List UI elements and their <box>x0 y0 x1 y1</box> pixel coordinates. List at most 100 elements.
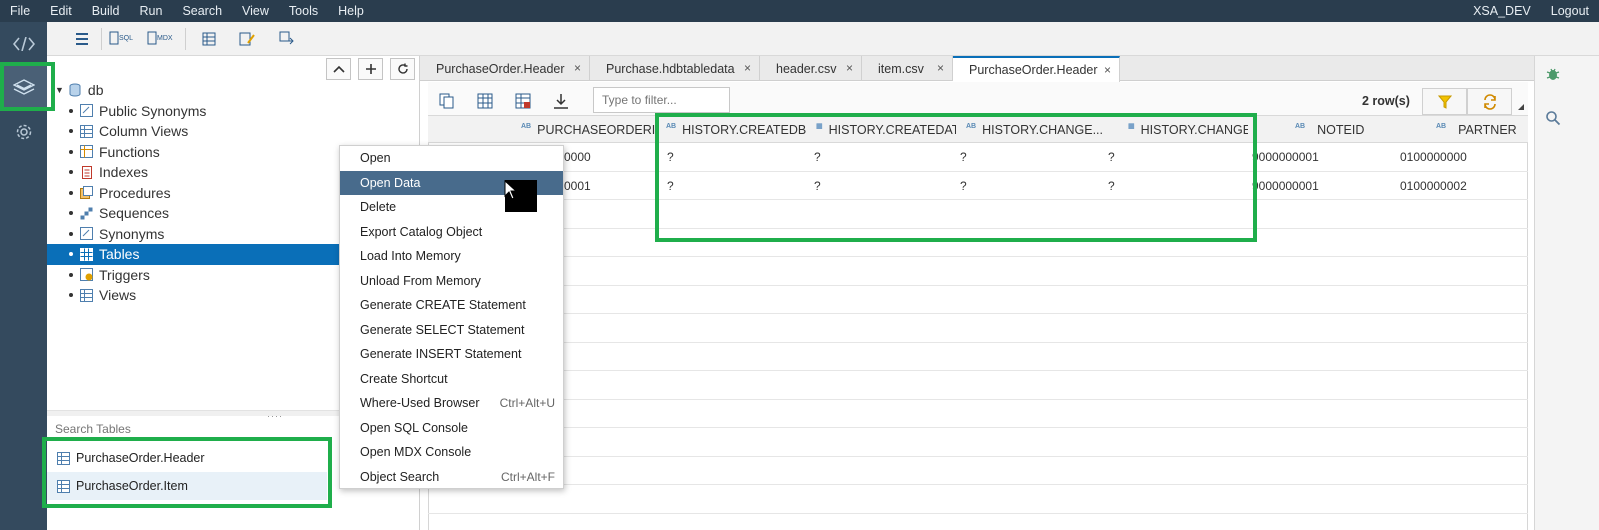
sql-console-button[interactable]: SQL <box>107 27 137 51</box>
menu-item-generate-select[interactable]: Generate SELECT Statement <box>340 318 563 343</box>
menu-bar: File Edit Build Run Search View Tools He… <box>0 0 1599 22</box>
tab-purchaseorder-header-active[interactable]: PurchaseOrder.Header × <box>953 56 1120 82</box>
editor-tab-bar: PurchaseOrder.Header × Purchase.hdbtable… <box>420 56 1534 82</box>
filter-input[interactable] <box>593 87 730 113</box>
empty-row <box>428 428 1528 457</box>
table-cell[interactable]: 9000000001 <box>1252 143 1319 171</box>
table-cell[interactable]: 0100000002 <box>1400 172 1467 200</box>
menu-build[interactable]: Build <box>82 0 130 22</box>
menu-item-label: Unload From Memory <box>360 273 481 288</box>
logout-link[interactable]: Logout <box>1541 0 1599 22</box>
table-cell[interactable]: 0100000000 <box>1400 143 1467 171</box>
menu-item-generate-insert[interactable]: Generate INSERT Statement <box>340 342 563 367</box>
search-icon[interactable] <box>1535 100 1571 136</box>
menu-item-label: Generate SELECT Statement <box>360 322 525 337</box>
tree-item-label: Triggers <box>99 266 150 283</box>
tree-bullet <box>69 211 73 216</box>
download-icon[interactable] <box>550 91 572 111</box>
table-edit-icon[interactable] <box>512 91 534 111</box>
menu-item-load-into-memory[interactable]: Load Into Memory <box>340 244 563 269</box>
expand-caret-icon[interactable]: ▼ <box>55 85 64 95</box>
close-icon[interactable]: × <box>937 61 944 75</box>
sync-refresh-icon[interactable] <box>1467 88 1512 115</box>
debug-bug-icon[interactable] <box>1535 56 1571 92</box>
column-header-noteid[interactable]: AB NOTEID <box>1295 116 1415 144</box>
close-icon[interactable]: × <box>846 61 853 75</box>
tree-root-label: db <box>87 82 104 99</box>
space-name[interactable]: XSA_DEV <box>1463 0 1541 22</box>
menu-item-shortcut: Ctrl+Alt+U <box>499 396 555 411</box>
tree-item-label: Tables <box>99 246 140 263</box>
menu-item-open-mdx-console[interactable]: Open MDX Console <box>340 440 563 465</box>
menu-item-where-used-browser[interactable]: Where-Used Browser Ctrl+Alt+U <box>340 391 563 416</box>
table-cell[interactable]: 0000 <box>564 143 591 171</box>
menu-item-object-search[interactable]: Object Search Ctrl+Alt+F <box>340 465 563 490</box>
tree-bullet <box>69 170 73 175</box>
export-icon[interactable] <box>273 27 301 51</box>
sql-edit-icon[interactable] <box>233 27 261 51</box>
menu-item-export-catalog-object[interactable]: Export Catalog Object <box>340 220 563 245</box>
trigger-icon <box>79 268 93 282</box>
tree-item-public-synonyms[interactable]: Public Synonyms <box>47 101 419 122</box>
menu-item-unload-from-memory[interactable]: Unload From Memory <box>340 269 563 294</box>
tab-label: Purchase.hdbtabledata <box>606 61 735 76</box>
tree-bullet <box>69 129 73 134</box>
tree-bullet <box>69 108 73 113</box>
collapse-up-icon[interactable] <box>326 58 351 80</box>
close-icon[interactable]: × <box>574 61 581 75</box>
list-menu-icon[interactable] <box>69 27 97 51</box>
menu-item-label: Delete <box>360 200 397 215</box>
tree-item-label: Views <box>99 287 137 304</box>
column-header-purchaseorderid[interactable]: AB PURCHASEORDERID <box>521 116 656 144</box>
code-icon[interactable] <box>0 22 47 66</box>
synonym-icon <box>79 104 93 118</box>
view-icon <box>79 124 93 138</box>
resize-corner-icon <box>1518 104 1524 110</box>
table-cell[interactable]: 0001 <box>564 172 591 200</box>
highlight-history-columns <box>655 113 1257 242</box>
table-data-icon[interactable] <box>195 27 223 51</box>
column-header-label: PARTNER <box>1458 123 1517 137</box>
table-cell[interactable]: 9000000001 <box>1252 172 1319 200</box>
column-header-label: PURCHASEORDERID <box>537 123 656 137</box>
menu-edit[interactable]: Edit <box>40 0 82 22</box>
refresh-icon[interactable] <box>390 58 415 80</box>
mouse-pointer-icon <box>504 180 518 200</box>
tree-item-column-views[interactable]: Column Views <box>47 121 419 142</box>
right-rail <box>1534 56 1599 530</box>
close-icon[interactable]: × <box>744 61 751 75</box>
row-count: 2 row(s) <box>1362 94 1410 108</box>
column-header-partner[interactable]: AB PARTNER <box>1436 116 1526 144</box>
copy-icon[interactable] <box>436 91 458 111</box>
table-icon <box>79 247 93 261</box>
menu-item-generate-create[interactable]: Generate CREATE Statement <box>340 293 563 318</box>
menu-view[interactable]: View <box>232 0 279 22</box>
menu-tools[interactable]: Tools <box>279 0 328 22</box>
tree-bullet <box>69 149 73 154</box>
table-grid-icon[interactable] <box>474 91 496 111</box>
add-database-icon[interactable] <box>358 58 383 80</box>
menu-run[interactable]: Run <box>130 0 173 22</box>
filter-funnel-icon[interactable] <box>1422 88 1467 115</box>
tree-bullet <box>69 231 73 236</box>
menu-help[interactable]: Help <box>328 0 374 22</box>
synonym-icon <box>79 227 93 241</box>
tab-purchase-hdbtabledata[interactable]: Purchase.hdbtabledata × <box>590 56 760 81</box>
menu-item-open[interactable]: Open <box>340 146 563 171</box>
menu-file[interactable]: File <box>0 0 40 22</box>
tab-item-csv[interactable]: item.csv × <box>862 56 953 81</box>
menu-item-label: Open <box>360 151 391 166</box>
menu-item-open-sql-console[interactable]: Open SQL Console <box>340 416 563 441</box>
empty-row <box>428 371 1528 400</box>
settings-gear-icon[interactable] <box>0 110 47 154</box>
tab-purchaseorder-header-1[interactable]: PurchaseOrder.Header × <box>420 56 590 81</box>
empty-row <box>428 343 1528 371</box>
menu-item-label: Create Shortcut <box>360 371 448 386</box>
mdx-console-button[interactable]: MDX <box>145 27 175 51</box>
tab-header-csv[interactable]: header.csv × <box>760 56 862 81</box>
tree-root-db[interactable]: ▼ db <box>47 80 419 101</box>
menu-item-create-shortcut[interactable]: Create Shortcut <box>340 367 563 392</box>
close-icon[interactable]: × <box>1104 63 1111 77</box>
menu-search[interactable]: Search <box>172 0 232 22</box>
tab-label: PurchaseOrder.Header <box>436 61 565 76</box>
